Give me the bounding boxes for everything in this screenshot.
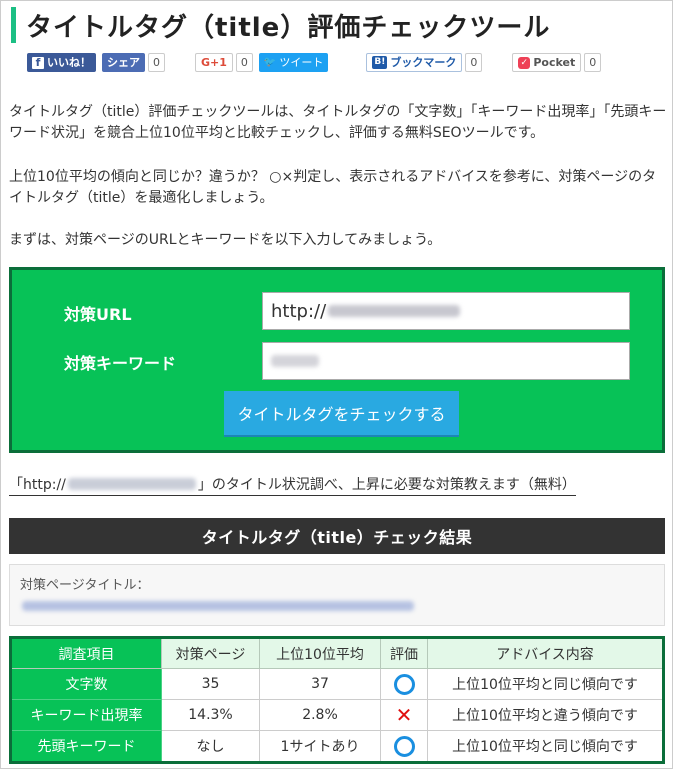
table-row: 先頭キーワード なし 1サイトあり 上位10位平均と同じ傾向です xyxy=(10,730,664,763)
hatena-count: 0 xyxy=(465,53,483,72)
header-item: 調査項目 xyxy=(10,637,162,669)
row-item: キーワード出現率 xyxy=(10,699,162,731)
link-prefix: 「http:// xyxy=(9,477,66,493)
header-avg: 上位10位平均 xyxy=(259,637,381,669)
url-input-value: http:// xyxy=(271,300,327,322)
title-status-link[interactable]: 「http:// 」のタイトル状況調べ、上昇に必要な対策教えます（無料） xyxy=(9,474,576,496)
facebook-count: 0 xyxy=(148,53,165,72)
share-bar: f いいね！ シェア 0 G+1 0 🐦 ツイート B! ブックマーク 0 ✓ … xyxy=(27,53,602,72)
row-item: 先頭キーワード xyxy=(10,730,162,763)
link-url-redacted xyxy=(67,478,196,490)
circle-icon xyxy=(393,735,415,757)
pocket-icon: ✓ xyxy=(518,56,531,69)
table-header-row: 調査項目 対策ページ 上位10位平均 評価 アドバイス内容 xyxy=(10,637,664,669)
table-row: キーワード出現率 14.3% 2.8% ✕ 上位10位平均と違う傾向です xyxy=(10,699,664,731)
page-title-label: 対策ページタイトル： xyxy=(20,578,150,593)
header-advice: アドバイス内容 xyxy=(427,637,664,669)
row-avg-value: 37 xyxy=(259,668,381,700)
row-avg-value: 2.8% xyxy=(259,699,381,731)
facebook-like-label: いいね！ xyxy=(47,56,91,69)
check-title-tag-button[interactable]: タイトルタグをチェックする xyxy=(224,391,459,437)
twitter-bird-icon: 🐦 xyxy=(263,57,277,68)
row-page-value: なし xyxy=(161,730,260,763)
row-eval xyxy=(380,730,428,763)
url-redacted xyxy=(328,305,461,317)
page-title: タイトルタグ（title）評価チェックツール xyxy=(11,7,550,43)
pocket-count: 0 xyxy=(584,53,602,72)
row-advice: 上位10位平均と違う傾向です xyxy=(427,699,664,731)
twitter-button[interactable]: 🐦 ツイート xyxy=(258,53,329,72)
row-avg-value: 1サイトあり xyxy=(259,730,381,763)
url-input[interactable]: http:// xyxy=(262,292,630,330)
hatena-icon: B! xyxy=(372,56,388,69)
hatena-bookmark-button[interactable]: B! ブックマーク xyxy=(366,53,463,72)
google-plus-button[interactable]: G+1 xyxy=(195,53,233,72)
keyword-redacted xyxy=(271,355,319,367)
row-eval xyxy=(380,668,428,700)
check-form: 対策URL http:// 対策キーワード タイトルタグをチェックする xyxy=(9,267,665,453)
row-eval: ✕ xyxy=(380,699,428,731)
row-item: 文字数 xyxy=(10,668,162,700)
url-label: 対策URL xyxy=(64,305,132,324)
result-heading: タイトルタグ（title）チェック結果 xyxy=(9,518,665,554)
google-count: 0 xyxy=(235,53,253,72)
pocket-button[interactable]: ✓ Pocket xyxy=(512,53,582,72)
facebook-like-button[interactable]: f いいね！ xyxy=(27,53,96,72)
page-title-redacted xyxy=(22,601,414,611)
row-advice: 上位10位平均と同じ傾向です xyxy=(427,668,664,700)
intro-paragraph-2: 上位10位平均の傾向と同じか？違うか？ ○×判定し、表示されるアドバイスを参考に… xyxy=(9,169,657,206)
page-title-box: 対策ページタイトル： xyxy=(9,564,665,626)
intro-paragraph-1: タイトルタグ（title）評価チェックツールは、タイトルタグの「文字数」「キーワ… xyxy=(9,104,667,141)
row-page-value: 14.3% xyxy=(161,699,260,731)
twitter-label: ツイート xyxy=(279,56,324,69)
cross-icon: ✕ xyxy=(395,703,413,727)
intro-paragraph-3: まずは、対策ページのURLとキーワードを以下入力してみましょう。 xyxy=(9,232,442,248)
page: タイトルタグ（title）評価チェックツール f いいね！ シェア 0 G+1 … xyxy=(0,0,673,769)
hatena-label: ブックマーク xyxy=(390,56,457,69)
circle-icon xyxy=(393,673,415,695)
keyword-label: 対策キーワード xyxy=(64,354,177,373)
header-eval: 評価 xyxy=(380,637,428,669)
facebook-icon: f xyxy=(32,56,44,69)
facebook-share-button[interactable]: シェア xyxy=(102,53,145,72)
row-advice: 上位10位平均と同じ傾向です xyxy=(427,730,664,763)
keyword-input[interactable] xyxy=(262,342,630,380)
header-page: 対策ページ xyxy=(161,637,260,669)
link-suffix: 」のタイトル状況調べ、上昇に必要な対策教えます（無料） xyxy=(197,477,576,493)
table-row: 文字数 35 37 上位10位平均と同じ傾向です xyxy=(10,668,664,700)
result-table: 調査項目 対策ページ 上位10位平均 評価 アドバイス内容 文字数 35 37 … xyxy=(9,636,665,764)
pocket-label: Pocket xyxy=(533,56,576,69)
row-page-value: 35 xyxy=(161,668,260,700)
